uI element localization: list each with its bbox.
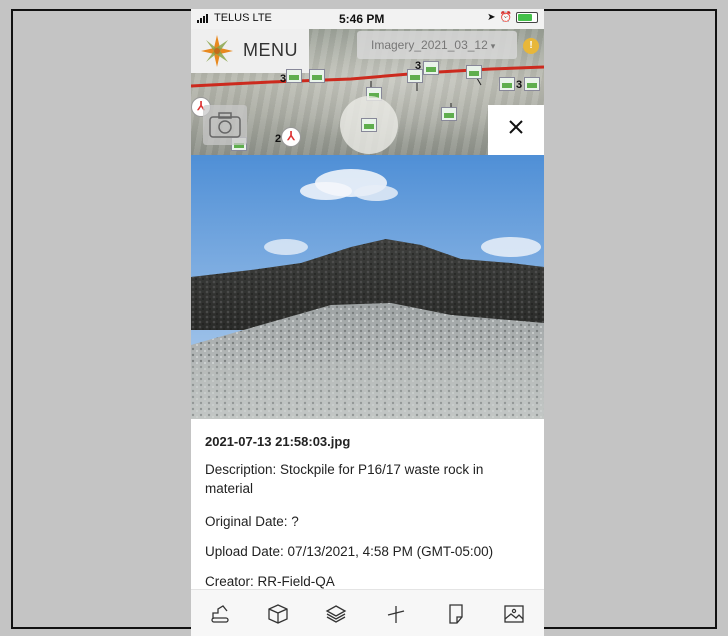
photo-upload-date: Upload Date: 07/13/2021, 4:58 PM (GMT-05… <box>205 544 494 559</box>
phone-screen: TELUS LTE 5:46 PM ➤ ⏰ MENU Imagery_2021_… <box>191 9 544 636</box>
photo-description: Description: Stockpile for P16/17 waste … <box>205 462 484 496</box>
cluster-count[interactable]: 2 <box>275 133 281 145</box>
status-bar: TELUS LTE 5:46 PM ➤ ⏰ <box>191 9 544 29</box>
photo-original-date: Original Date: ? <box>205 514 299 529</box>
photo-filename: 2021-07-13 21:58:03.jpg <box>205 434 351 449</box>
menu-label: MENU <box>243 40 298 60</box>
photo-pin[interactable] <box>499 77 515 91</box>
alarm-icon: ⏰ <box>499 12 512 23</box>
photo-pin[interactable] <box>441 107 457 121</box>
bottom-toolbar <box>191 589 544 636</box>
measure-icon[interactable] <box>385 603 407 625</box>
image-icon[interactable] <box>503 603 525 625</box>
imagery-selector[interactable]: Imagery_2021_03_12 ▾ <box>357 31 517 59</box>
camera-button[interactable] <box>203 105 247 145</box>
photo-details-panel: 2021-07-13 21:58:03.jpg Description: Sto… <box>191 419 544 589</box>
chevron-down-icon: ▾ <box>490 41 496 51</box>
note-icon[interactable] <box>445 603 467 625</box>
carrier-label: TELUS LTE <box>214 12 272 24</box>
close-icon <box>509 120 523 134</box>
photo-pin[interactable] <box>466 65 482 79</box>
cluster-count[interactable]: 3 <box>415 60 421 72</box>
box-3d-icon[interactable] <box>267 603 289 625</box>
app-logo-icon <box>201 35 233 67</box>
battery-icon <box>516 12 538 23</box>
imagery-selector-label: Imagery_2021_03_12 <box>371 38 488 52</box>
alert-badge[interactable]: ! <box>523 38 539 54</box>
pdf-pin-icon[interactable]: ⅄ <box>281 127 301 147</box>
photo-preview[interactable] <box>191 155 544 419</box>
close-button[interactable] <box>488 105 544 155</box>
photo-pin[interactable] <box>524 77 540 91</box>
stockpile-photo <box>191 155 544 419</box>
cluster-count[interactable]: 3 <box>516 79 522 91</box>
photo-pin <box>361 118 377 132</box>
layers-icon[interactable] <box>325 603 347 625</box>
menu-button[interactable]: MENU <box>191 29 309 73</box>
signal-icon <box>197 14 211 23</box>
photo-pin[interactable] <box>309 69 325 83</box>
clock: 5:46 PM <box>339 12 385 26</box>
location-icon: ➤ <box>487 12 496 23</box>
excavator-icon[interactable] <box>209 603 231 625</box>
selected-photo-marker[interactable] <box>340 96 398 154</box>
photo-pin[interactable] <box>423 61 439 75</box>
photo-pin[interactable] <box>286 69 302 83</box>
camera-icon <box>209 112 241 138</box>
status-icons: ➤ ⏰ <box>487 12 538 23</box>
